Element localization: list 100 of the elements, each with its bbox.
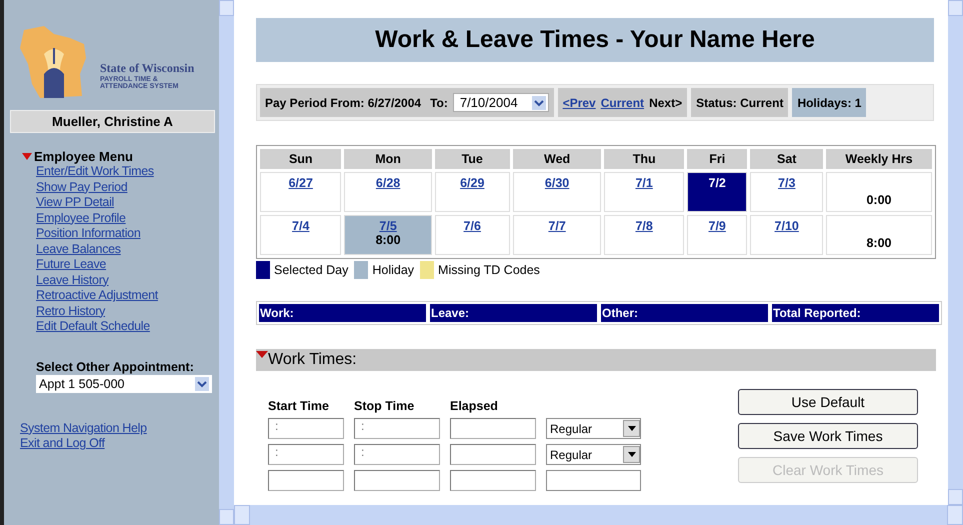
date-link[interactable]: 6/30 [544, 176, 570, 190]
scroll-up-icon[interactable] [948, 0, 963, 16]
legend-label: Holiday [372, 263, 414, 277]
day-cell[interactable]: 7/3 [750, 172, 823, 212]
day-cell[interactable]: 7/2 [686, 172, 748, 212]
menu-link[interactable]: Retro History [36, 304, 106, 319]
end-date-dropdown[interactable]: 7/10/2004 [452, 93, 549, 112]
date-link[interactable]: 7/3 [778, 176, 796, 190]
date-link[interactable]: 6/27 [288, 176, 313, 190]
scrollbar[interactable] [234, 505, 963, 525]
column-header: Fri [686, 149, 748, 169]
column-header: Sat [750, 149, 823, 169]
expand-triangle-icon[interactable] [256, 351, 268, 359]
column-header: Wed [512, 149, 602, 169]
stop-time-field[interactable] [354, 470, 440, 491]
menu-link[interactable]: Future Leave [36, 257, 106, 272]
day-cell[interactable]: 6/30 [512, 172, 602, 212]
period-nav-link[interactable]: Current [600, 96, 644, 110]
time-type-dropdown[interactable]: Regular [546, 444, 641, 465]
scroll-up-icon[interactable] [219, 0, 234, 16]
date-link[interactable]: 7/8 [635, 219, 653, 233]
weekly-hours: 0:00 [866, 193, 892, 207]
stop-time-field[interactable]: : [354, 444, 440, 465]
elapsed-field[interactable] [450, 418, 536, 439]
menu-link[interactable]: Retroactive Adjustment [36, 288, 158, 304]
start-time-field[interactable]: : [268, 418, 344, 439]
column-header: Tue [434, 149, 510, 169]
menu-link[interactable]: Show Pay Period [36, 180, 128, 195]
menu-link[interactable]: Leave Balances [36, 242, 121, 257]
menu-title: Employee Menu [34, 149, 133, 164]
start-time-field[interactable] [268, 470, 344, 491]
weekly-hours: 8:00 [866, 236, 892, 250]
period-nav-text: Next> [649, 96, 682, 110]
total-cell: Total Reported: [772, 304, 939, 322]
status-text: Status: Current [691, 88, 788, 117]
pay-period-label: Pay Period From: 6/27/2004 [265, 96, 422, 110]
day-cell[interactable]: 6/28 [344, 172, 432, 212]
date-link[interactable]: 7/7 [548, 219, 566, 233]
menu-link[interactable]: Enter/Edit Work Times [36, 164, 154, 180]
menu-link[interactable]: View PP Detail [36, 195, 114, 210]
scroll-right-icon[interactable] [947, 505, 963, 525]
day-cell[interactable]: 7/5 8:00 [344, 215, 432, 255]
date-link[interactable]: 7/6 [464, 219, 481, 233]
date-link[interactable]: 6/29 [460, 176, 484, 190]
time-type-dropdown[interactable]: Regular [546, 418, 641, 439]
legend-label: Missing TD Codes [438, 263, 540, 277]
date-link[interactable]: 7/5 [379, 219, 397, 233]
section-title: Work Times: [268, 351, 357, 369]
menu-link[interactable]: Leave History [36, 272, 109, 288]
scrollbar[interactable] [219, 0, 234, 525]
day-cell[interactable]: 7/1 [604, 172, 684, 212]
day-cell[interactable]: 7/6 [434, 215, 510, 255]
column-header: Start Time [268, 399, 330, 413]
column-header: Mon [344, 149, 432, 169]
day-cell[interactable]: 7/7 [512, 215, 602, 255]
holidays-count: Holidays: 1 [792, 88, 866, 117]
day-cell[interactable]: 7/10 [750, 215, 823, 255]
day-cell[interactable]: 6/29 [434, 172, 510, 212]
elapsed-field[interactable] [450, 470, 536, 491]
day-cell[interactable]: 7/9 [686, 215, 748, 255]
day-cell[interactable]: 6/27 [260, 172, 342, 212]
help-link[interactable]: System Navigation Help [20, 420, 147, 436]
day-hours: 8:00 [376, 233, 401, 247]
action-button[interactable]: Use Default [738, 389, 918, 415]
date-link[interactable]: 6/28 [376, 176, 400, 190]
scrollbar[interactable] [948, 0, 963, 505]
legend-label: Selected Day [274, 263, 348, 277]
total-cell: Work: [259, 304, 426, 322]
period-nav-link[interactable]: <Prev [562, 96, 596, 110]
date-link[interactable]: 7/4 [292, 219, 310, 233]
scroll-down-icon[interactable] [219, 509, 234, 525]
menu-link[interactable]: Employee Profile [36, 210, 126, 226]
date-link[interactable]: 7/9 [708, 219, 726, 233]
stop-time-field[interactable]: : [354, 418, 440, 439]
page-title: Work & Leave Times - Your Name Here [256, 18, 934, 62]
day-cell[interactable]: 7/4 [260, 215, 342, 255]
column-header: Stop Time [354, 399, 416, 413]
total-cell: Leave: [430, 304, 597, 322]
date-link[interactable]: 7/1 [635, 176, 653, 190]
appointment-dropdown[interactable]: Appt 1 505-000 [36, 374, 212, 392]
menu-link[interactable]: Position Information [36, 226, 140, 242]
time-type-dropdown[interactable] [546, 470, 641, 491]
menu-link[interactable]: Edit Default Schedule [36, 319, 150, 334]
total-cell: Other: [601, 304, 768, 322]
appointment-label: Select Other Appointment: [36, 360, 195, 374]
column-header: Elapsed [450, 399, 499, 413]
elapsed-field[interactable] [450, 444, 536, 465]
date-link[interactable]: 7/2 [708, 176, 726, 190]
column-header: Thu [604, 149, 684, 169]
expand-triangle-icon[interactable] [22, 152, 32, 160]
scroll-down-icon[interactable] [948, 489, 963, 505]
column-header: Weekly Hrs [826, 149, 932, 169]
date-link[interactable]: 7/10 [774, 219, 799, 233]
user-name: Mueller, Christine A [10, 110, 215, 133]
start-time-field[interactable]: : [268, 444, 344, 465]
help-link[interactable]: Exit and Log Off [20, 436, 105, 452]
action-button[interactable]: Save Work Times [738, 423, 918, 449]
scroll-left-icon[interactable] [234, 505, 250, 525]
day-cell[interactable]: 7/8 [604, 215, 684, 255]
column-header: Sun [260, 149, 342, 169]
